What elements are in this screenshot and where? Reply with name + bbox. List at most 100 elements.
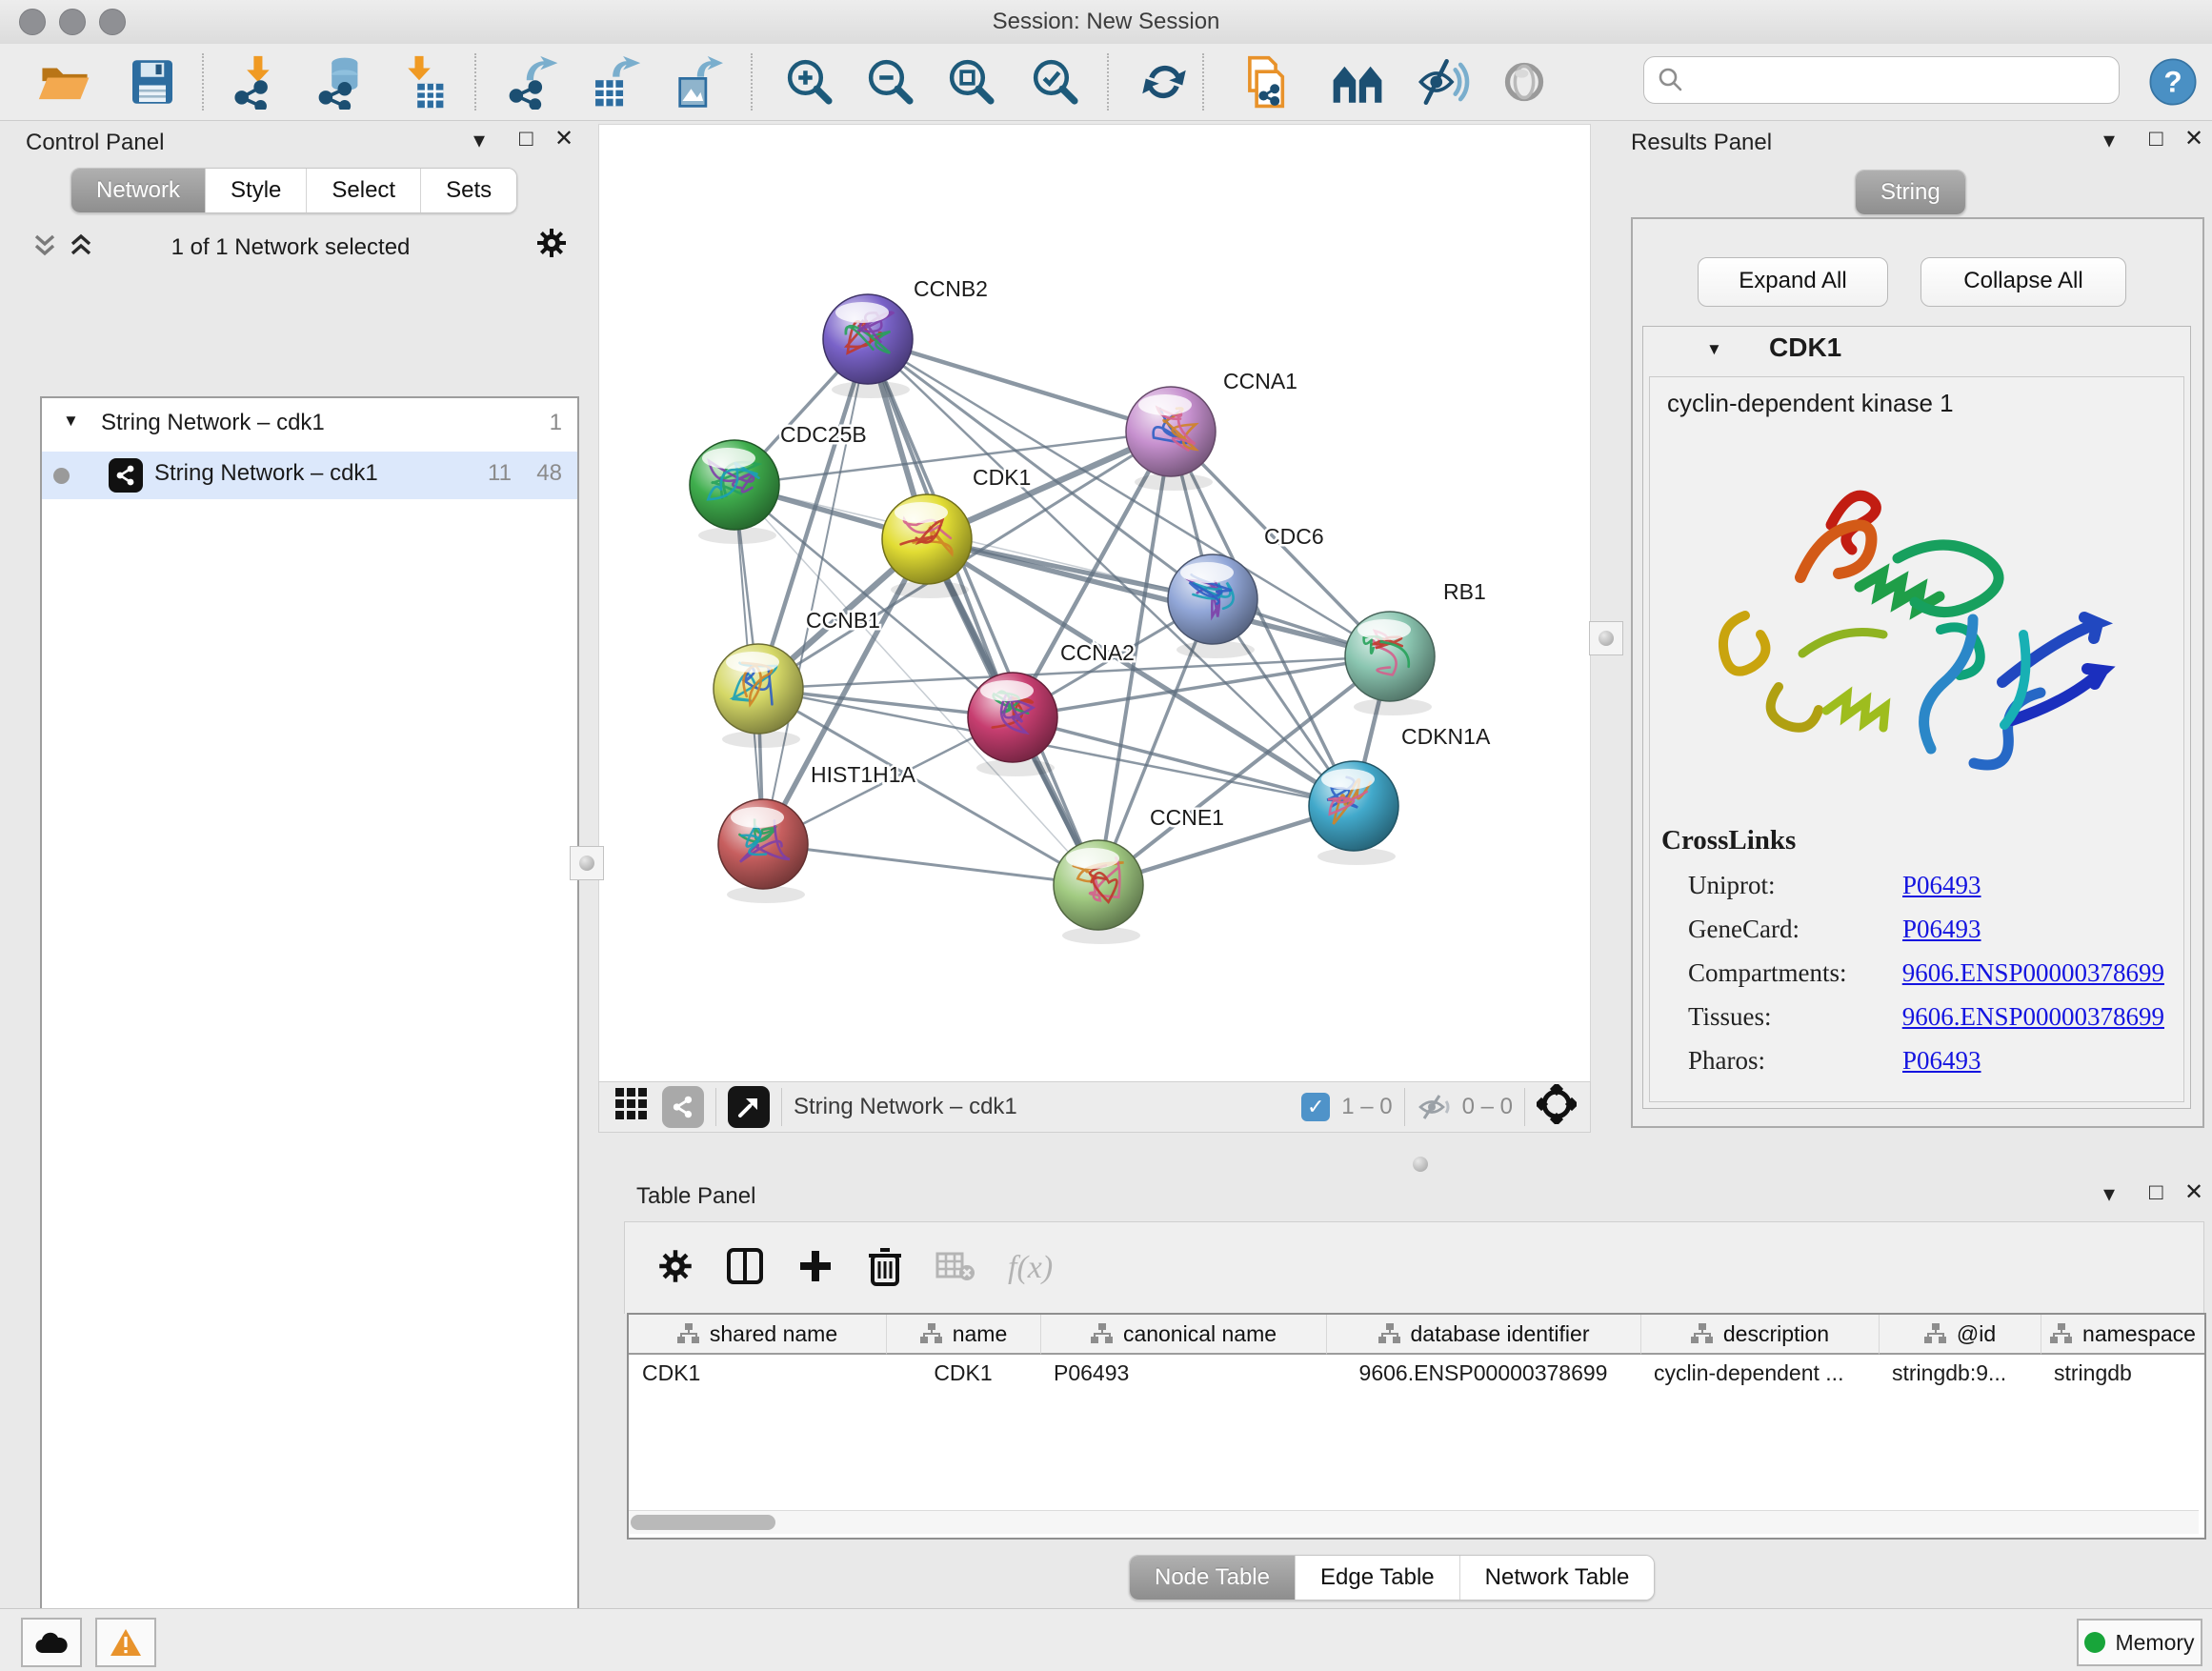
show-graphics-details-button[interactable] xyxy=(1237,51,1297,112)
tab-network-table[interactable]: Network Table xyxy=(1460,1556,1655,1600)
table-options-button[interactable] xyxy=(657,1248,694,1289)
cell-shared-name[interactable]: CDK1 xyxy=(629,1357,886,1389)
network-row-selected[interactable]: String Network – cdk1 11 48 xyxy=(42,452,577,499)
create-column-button[interactable] xyxy=(796,1247,835,1290)
export-table-button[interactable] xyxy=(584,51,645,112)
entry-description: cyclin-dependent kinase 1 xyxy=(1667,389,1954,418)
svg-text:?: ? xyxy=(2163,65,2182,99)
first-neighbors-icon xyxy=(1330,54,1385,110)
zoom-selected-button[interactable] xyxy=(1025,51,1086,112)
crosslink-row: GeneCard: P06493 xyxy=(1688,915,2164,958)
string-results-box: Expand All Collapse All ▼ CDK1 cyclin-de… xyxy=(1631,217,2204,1128)
import-network-file-button[interactable] xyxy=(227,51,288,112)
search-input[interactable] xyxy=(1684,66,2098,94)
fit-selected-button[interactable] xyxy=(1537,1084,1577,1131)
crosslink-uniprot-link[interactable]: P06493 xyxy=(1902,871,1981,915)
node-label-CCNE1: CCNE1 xyxy=(1150,805,1224,830)
column-header-shared-name[interactable]: shared name xyxy=(629,1315,886,1355)
tab-edge-table[interactable]: Edge Table xyxy=(1296,1556,1460,1600)
network-status-dot xyxy=(53,468,70,484)
open-session-button[interactable] xyxy=(34,51,95,112)
apply-layout-button[interactable] xyxy=(1134,51,1195,112)
collapse-all-button[interactable]: Collapse All xyxy=(1920,257,2126,307)
splitter-dot xyxy=(1599,631,1614,646)
zoom-fit-icon xyxy=(944,54,999,110)
control-panel-tabs: Network Style Select Sets xyxy=(70,168,517,213)
help-button[interactable]: ? xyxy=(2142,51,2203,112)
network-collection-row[interactable]: ▼ String Network – cdk1 1 xyxy=(42,404,577,446)
right-splitter-handle[interactable] xyxy=(1589,621,1623,655)
table-panel-menu-arrow-icon[interactable]: ▾ xyxy=(2103,1183,2115,1206)
tab-node-table[interactable]: Node Table xyxy=(1130,1556,1296,1600)
crosshair-icon xyxy=(1537,1084,1577,1124)
crosslink-row: Compartments: 9606.ENSP00000378699 xyxy=(1688,958,2164,1002)
zoom-in-button[interactable] xyxy=(779,51,840,112)
memory-button[interactable]: Memory xyxy=(2077,1619,2202,1666)
cell-database-identifier[interactable]: 9606.ENSP00000378699 xyxy=(1326,1357,1640,1389)
tab-sets[interactable]: Sets xyxy=(421,169,516,212)
column-header-namespace[interactable]: namespace xyxy=(2041,1315,2204,1355)
expand-all-button[interactable]: Expand All xyxy=(1698,257,1888,307)
grid-view-button[interactable] xyxy=(614,1087,649,1128)
import-network-database-button[interactable] xyxy=(312,51,373,112)
column-header-canonical-name[interactable]: canonical name xyxy=(1040,1315,1326,1355)
zoom-fit-button[interactable] xyxy=(941,51,1002,112)
show-all-button[interactable] xyxy=(1494,51,1555,112)
birds-eye-view-button[interactable] xyxy=(728,1086,770,1128)
cell-canonical-name[interactable]: P06493 xyxy=(1040,1357,1326,1389)
delete-column-button[interactable] xyxy=(867,1246,903,1291)
column-header-database-identifier[interactable]: database identifier xyxy=(1326,1315,1640,1355)
results-panel-menu-arrow-icon[interactable]: ▾ xyxy=(2103,130,2115,152)
network-overview-button[interactable] xyxy=(662,1086,704,1128)
network-options-button[interactable] xyxy=(535,227,568,264)
warning-status-button[interactable] xyxy=(95,1618,156,1667)
selected-nodes-checkbox[interactable]: ✓ xyxy=(1301,1093,1330,1121)
export-image-button[interactable] xyxy=(665,51,726,112)
cell-id[interactable]: stringdb:9... xyxy=(1879,1357,2041,1389)
import-table-button[interactable] xyxy=(389,51,450,112)
control-panel-float-icon[interactable]: □ xyxy=(519,128,533,151)
table-panel-float-icon[interactable]: □ xyxy=(2149,1181,2163,1204)
hide-selected-button[interactable] xyxy=(1413,51,1474,112)
export-network-button[interactable] xyxy=(503,51,564,112)
crosslink-tissues-link[interactable]: 9606.ENSP00000378699 xyxy=(1902,1002,2164,1046)
collection-expand-triangle-icon[interactable]: ▼ xyxy=(63,412,79,431)
table-horizontal-scrollbar[interactable] xyxy=(629,1510,2199,1534)
first-neighbors-button[interactable] xyxy=(1327,51,1388,112)
cell-namespace[interactable]: stringdb xyxy=(2041,1357,2204,1389)
function-builder-button[interactable]: f(x) xyxy=(1008,1250,1053,1286)
control-panel: Control Panel ▾ □ ✕ Network Style Select… xyxy=(11,120,570,1601)
column-header-description[interactable]: description xyxy=(1640,1315,1879,1355)
column-header-name[interactable]: name xyxy=(886,1315,1040,1355)
cloud-status-button[interactable] xyxy=(21,1618,82,1667)
results-panel-float-icon[interactable]: □ xyxy=(2149,128,2163,151)
table-panel-close-icon[interactable]: ✕ xyxy=(2184,1181,2203,1204)
zoom-out-button[interactable] xyxy=(860,51,921,112)
cell-name[interactable]: CDK1 xyxy=(886,1357,1040,1389)
cdk1-entry: ▼ CDK1 cyclin-dependent kinase 1 xyxy=(1642,326,2191,1109)
gear-icon xyxy=(535,227,568,259)
crosslink-pharos-link[interactable]: P06493 xyxy=(1902,1046,1981,1090)
cell-description[interactable]: cyclin-dependent ... xyxy=(1640,1357,1879,1389)
warning-icon xyxy=(110,1628,142,1657)
crosslink-compartments-link[interactable]: 9606.ENSP00000378699 xyxy=(1902,958,2164,1002)
tab-string[interactable]: String xyxy=(1856,171,1965,214)
entry-gene-name: CDK1 xyxy=(1769,332,1841,363)
network-view-canvas[interactable]: CCNB2CCNA1CDC25BCDK1CDC6RB1CCNB1CCNA2CDK… xyxy=(598,124,1591,1083)
scrollbar-thumb[interactable] xyxy=(631,1515,775,1530)
control-panel-close-icon[interactable]: ✕ xyxy=(554,128,573,151)
crosslink-genecard-link[interactable]: P06493 xyxy=(1902,915,1981,958)
delete-table-button[interactable] xyxy=(935,1250,975,1287)
control-panel-menu-arrow-icon[interactable]: ▾ xyxy=(473,130,485,152)
toolbar-separator xyxy=(751,53,753,111)
node-label-HIST1H1A: HIST1H1A xyxy=(811,762,916,787)
entry-collapse-triangle-icon[interactable]: ▼ xyxy=(1706,340,1722,359)
column-header-id[interactable]: @id xyxy=(1879,1315,2041,1355)
left-splitter-handle[interactable] xyxy=(570,846,604,880)
results-panel-close-icon[interactable]: ✕ xyxy=(2184,128,2203,151)
show-columns-button[interactable] xyxy=(726,1247,764,1290)
tab-select[interactable]: Select xyxy=(307,169,421,212)
save-session-button[interactable] xyxy=(122,51,183,112)
tab-style[interactable]: Style xyxy=(206,169,307,212)
tab-network[interactable]: Network xyxy=(71,169,206,212)
